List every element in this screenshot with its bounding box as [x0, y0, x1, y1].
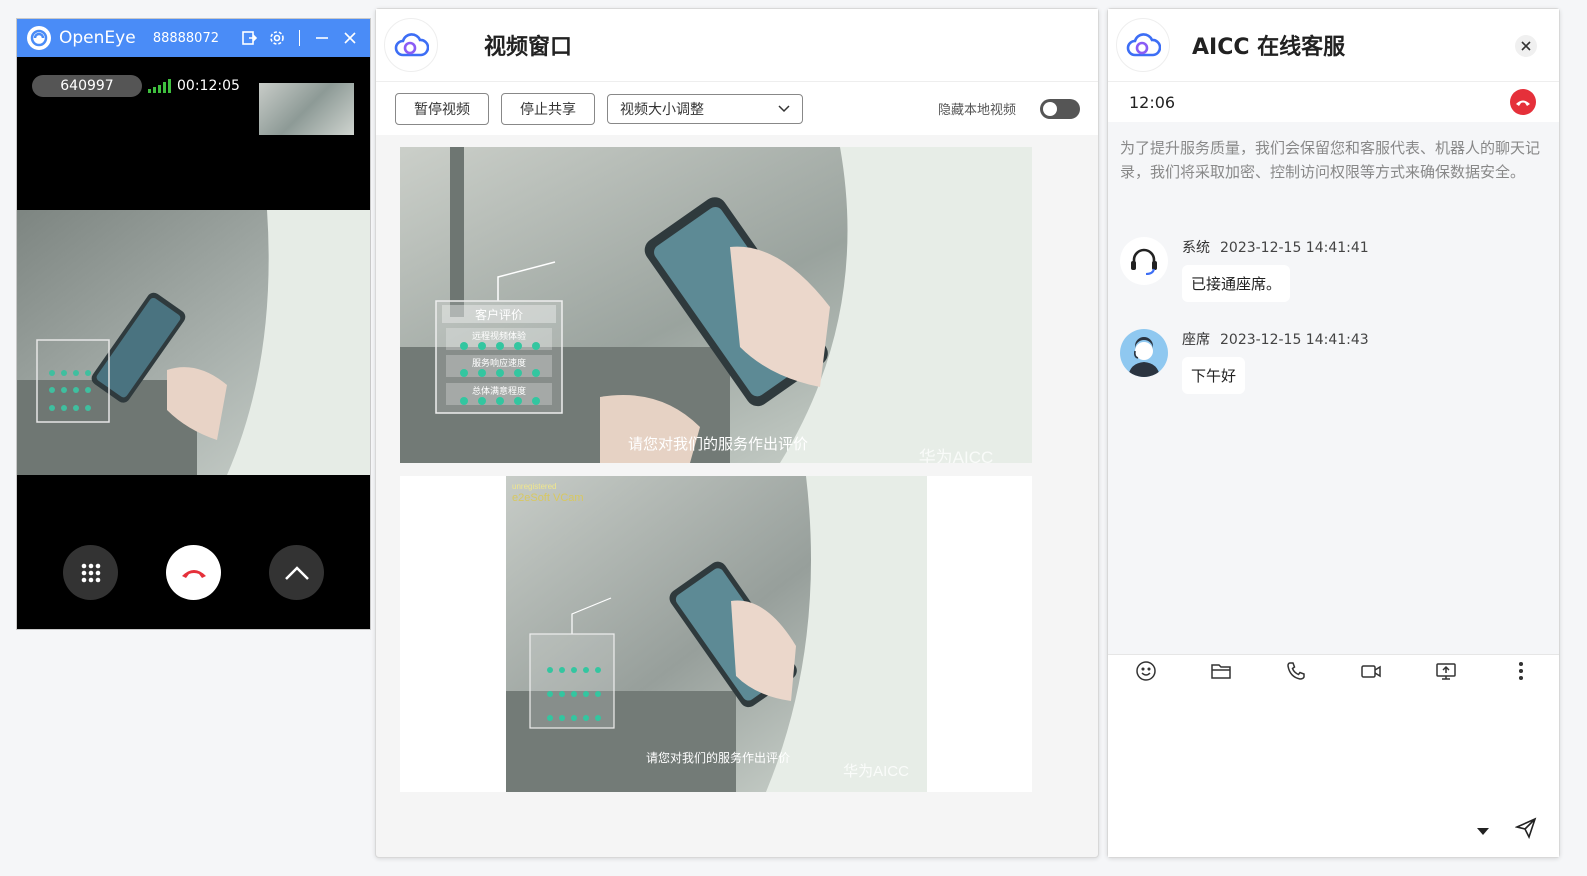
local-video: unregistered e2eSoft VCam 请您对我们的服务作出评价 华…: [506, 476, 927, 792]
screen-share-icon[interactable]: [1435, 660, 1457, 686]
review-item-1: 远程视频体验: [472, 330, 526, 341]
cloud-logo-icon: [1116, 18, 1170, 72]
send-icon[interactable]: [1514, 817, 1537, 843]
hangup-icon: [1516, 100, 1530, 106]
pause-video-button[interactable]: 暂停视频: [395, 92, 489, 125]
hangup-button[interactable]: [166, 545, 221, 600]
page-title: 视频窗口: [484, 35, 573, 60]
cloud-logo-icon: [384, 18, 438, 72]
logout-icon[interactable]: [239, 28, 259, 48]
chat-header: AICC 在线客服: [1108, 9, 1559, 81]
video-window-header: 视频窗口: [376, 9, 1098, 82]
call-controls: [17, 545, 370, 600]
hide-local-video-toggle[interactable]: [1040, 98, 1080, 119]
expand-button[interactable]: [269, 545, 324, 600]
hangup-icon: [181, 569, 206, 578]
account-number: 88888072: [152, 30, 219, 46]
hide-local-video-label: 隐藏本地视频: [937, 103, 1016, 118]
message-meta: 座席 2023-12-15 14:41:43: [1182, 329, 1369, 349]
send-options-caret-icon[interactable]: [1477, 821, 1489, 840]
signal-strength-icon: [148, 79, 171, 93]
message-sender: 系统: [1182, 240, 1210, 256]
review-card-title: 客户评价: [475, 307, 523, 322]
message-input[interactable]: [1108, 691, 1559, 857]
message-body: 座席 2023-12-15 14:41:43 下午好: [1182, 329, 1369, 394]
local-video-watermark: 华为AICC: [843, 763, 909, 780]
more-icon[interactable]: [1510, 660, 1532, 686]
openeye-logo-icon: [27, 26, 51, 50]
call-timer-bar: 12:06: [1108, 81, 1559, 122]
phone-icon[interactable]: [1285, 660, 1307, 686]
message-body: 系统 2023-12-15 14:41:41 已接通座席。: [1182, 237, 1369, 302]
privacy-notice: 为了提升服务质量，我们会保留您和客服代表、机器人的聊天记录，我们将采取加密、控制…: [1120, 139, 1541, 181]
review-item-3: 总体满意程度: [472, 385, 526, 396]
settings-gear-icon[interactable]: [267, 28, 287, 48]
video-toolbar: 暂停视频 停止共享 视频大小调整 隐藏本地视频: [376, 82, 1098, 135]
vcam-overlay-line2: e2eSoft VCam: [512, 492, 584, 504]
remote-video-main: 客户评价 远程视频体验 服务响应速度 总体满意程度 请您对我们的服务作出评价 华…: [400, 147, 1032, 463]
folder-icon[interactable]: [1210, 660, 1232, 686]
minimize-icon[interactable]: [312, 28, 332, 48]
chat-window: AICC 在线客服 12:06 为了提升服务质量，我们会保留您和客服代表、机器人…: [1107, 8, 1560, 858]
dialpad-button[interactable]: [63, 545, 118, 600]
chat-title: AICC 在线客服: [1192, 35, 1346, 60]
hangup-button[interactable]: [1510, 89, 1536, 115]
local-video-thumbnail[interactable]: [259, 83, 354, 135]
local-video-subtitle: 请您对我们的服务作出评价: [646, 750, 790, 765]
local-video-container: unregistered e2eSoft VCam 请您对我们的服务作出评价 华…: [400, 476, 1032, 792]
title-divider: [299, 30, 300, 46]
video-window: 视频窗口 暂停视频 停止共享 视频大小调整 隐藏本地视频 客户评价 远程视频体验…: [375, 8, 1099, 858]
call-duration: 00:12:05: [177, 78, 240, 94]
message-bubble: 下午好: [1182, 357, 1246, 394]
video-camera-icon[interactable]: [1360, 660, 1382, 686]
message-meta: 系统 2023-12-15 14:41:41: [1182, 237, 1369, 257]
close-icon[interactable]: [340, 28, 360, 48]
emoji-icon[interactable]: [1135, 660, 1157, 686]
message-item: 座席 2023-12-15 14:41:43 下午好: [1120, 329, 1369, 394]
dialpad-icon: [81, 563, 100, 582]
message-item: 系统 2023-12-15 14:41:41 已接通座席。: [1120, 237, 1369, 302]
vcam-overlay-line1: unregistered: [512, 482, 556, 491]
message-sender: 座席: [1182, 332, 1210, 348]
caller-id: 640997: [32, 75, 142, 97]
message-time: 2023-12-15 14:41:43: [1220, 332, 1369, 348]
call-timer: 12:06: [1129, 92, 1176, 112]
close-icon: [1521, 41, 1531, 51]
chat-toolbar: [1108, 654, 1559, 692]
chevron-up-icon: [284, 565, 309, 580]
stop-share-button[interactable]: 停止共享: [501, 92, 595, 125]
video-size-select-value: 视频大小调整: [620, 101, 704, 118]
app-name: OpenEye: [59, 28, 136, 48]
video-size-select[interactable]: 视频大小调整: [607, 93, 803, 124]
video-watermark: 华为AICC: [919, 448, 994, 463]
send-area: [1477, 817, 1537, 843]
headset-icon: [1120, 237, 1168, 285]
message-bubble: 已接通座席。: [1182, 265, 1291, 302]
close-button[interactable]: [1515, 35, 1537, 57]
agent-avatar-icon: [1120, 329, 1168, 377]
call-status-bar: 640997 00:12:05: [32, 75, 240, 97]
message-time: 2023-12-15 14:41:41: [1220, 240, 1369, 256]
openeye-window: OpenEye 88888072 640997 00:12:05: [16, 18, 371, 630]
chevron-down-icon: [778, 101, 790, 117]
video-subtitle: 请您对我们的服务作出评价: [628, 436, 808, 453]
openeye-titlebar: OpenEye 88888072: [17, 19, 370, 57]
review-item-2: 服务响应速度: [472, 357, 526, 368]
remote-video: [17, 210, 370, 475]
